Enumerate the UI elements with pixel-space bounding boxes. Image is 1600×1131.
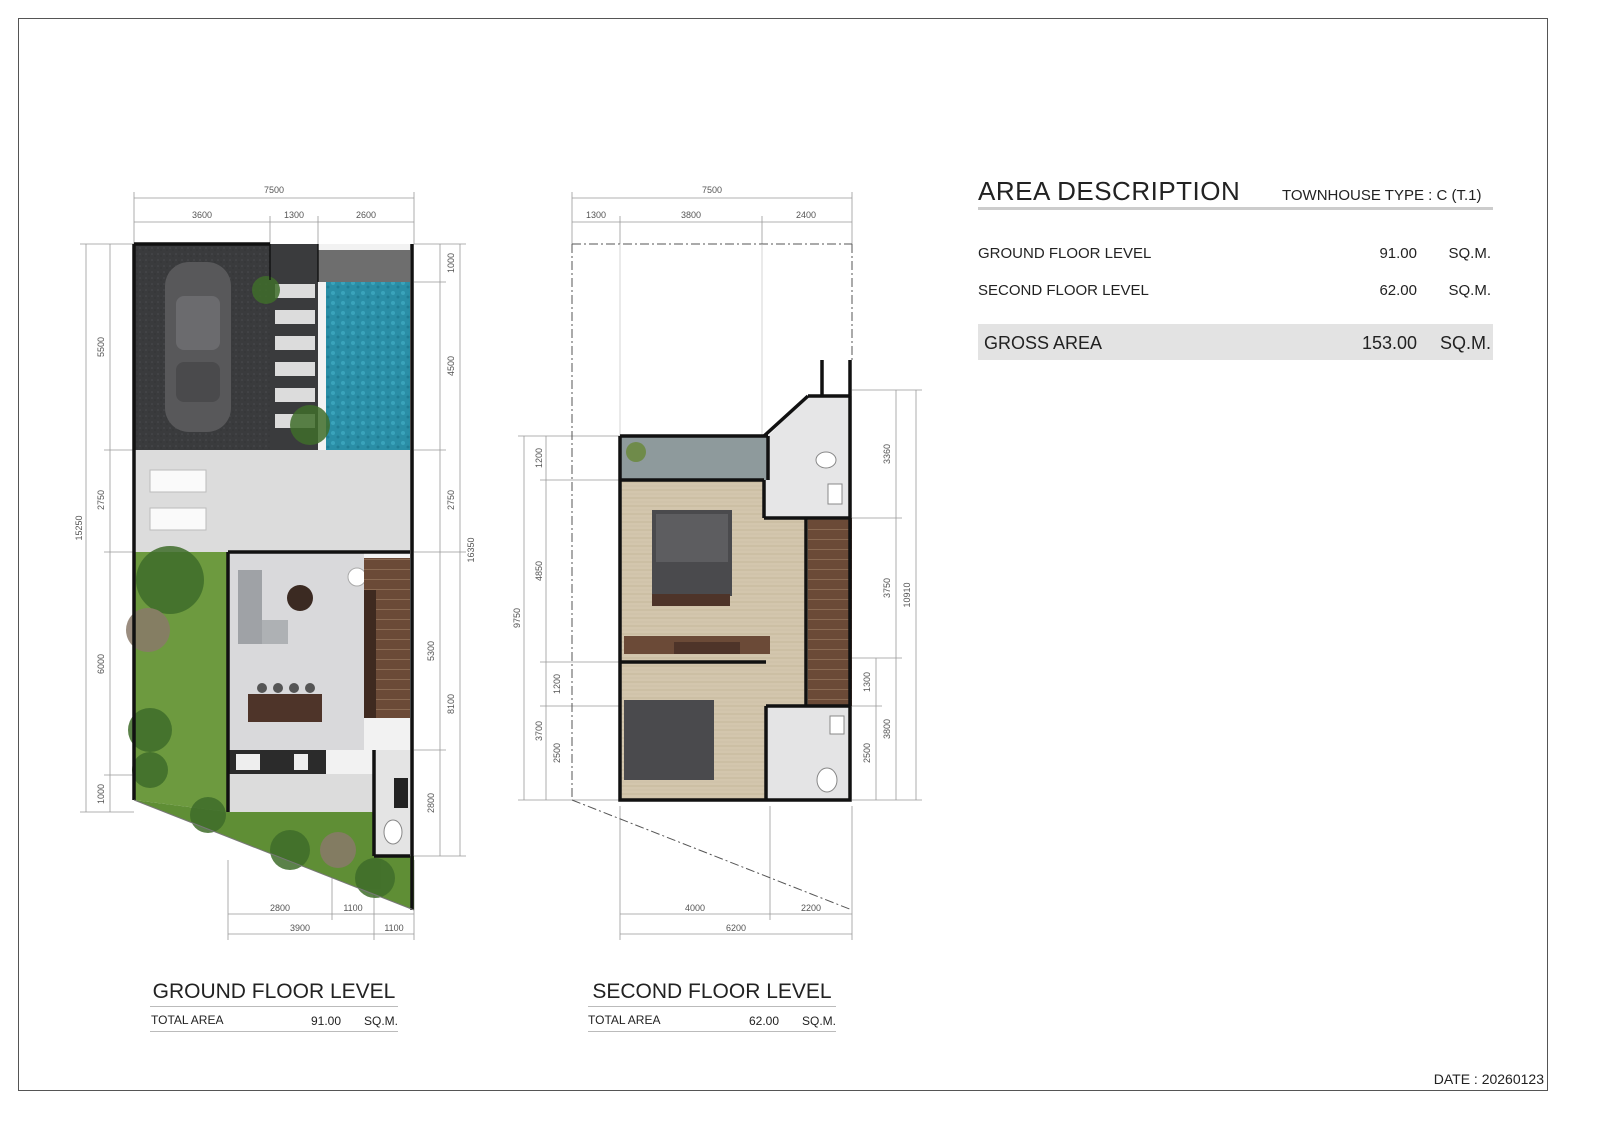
floor-plans-drawing: 7500 3600 1300 2600 15250 5500 2750 6000…: [74, 185, 922, 940]
gf-dim-left-c: 6000: [96, 654, 106, 674]
second-floor-total-label: TOTAL AREA: [588, 1013, 661, 1027]
ground-floor-title: GROUND FLOOR LEVEL: [152, 980, 396, 1003]
gf-dim-bottom-b: 1100: [343, 903, 362, 913]
sf-dim-left-c: 9750: [512, 608, 522, 628]
sf-dim-right-e: 3800: [882, 719, 892, 739]
gross-area-label: GROSS AREA: [984, 333, 1103, 353]
gf-dim-right-b: 4500: [446, 356, 456, 376]
gf-dim-right-a: 1000: [446, 253, 456, 273]
ground-floor-total-label: TOTAL AREA: [151, 1013, 224, 1027]
ground-floor-rule: [150, 1006, 398, 1007]
sf-dim-bottom-a: 4000: [685, 903, 705, 913]
second-floor-total-unit: SQ.M.: [802, 1014, 837, 1028]
area-row-label: GROUND FLOOR LEVEL: [978, 245, 1152, 262]
gf-dim-right-total: 16350: [466, 537, 476, 562]
area-row-second: SECOND FLOOR LEVEL 62.00 SQ.M.: [978, 282, 1493, 302]
gf-dim-left-a: 5500: [96, 337, 106, 357]
townhouse-type-label: TOWNHOUSE TYPE : C (T.1): [1282, 187, 1482, 204]
sf-dim-top-total: 7500: [702, 185, 722, 195]
date-label: DATE : 20260123: [1433, 1071, 1544, 1087]
area-description-title: AREA DESCRIPTION: [978, 176, 1241, 206]
gf-dim-right-d: 5300: [426, 641, 436, 661]
second-floor-title: SECOND FLOOR LEVEL: [592, 980, 832, 1003]
gf-dim-bottom-d: 1100: [384, 923, 403, 933]
second-floor-rule: [588, 1006, 836, 1007]
area-row-value: 91.00: [1379, 245, 1417, 262]
area-row-unit: SQ.M.: [1448, 245, 1491, 262]
sf-dim-left-f: 2500: [552, 743, 562, 763]
sf-dim-right-d: 1300: [862, 672, 872, 692]
sf-dim-top-b: 3800: [681, 210, 701, 220]
sf-dim-left-a: 1200: [534, 448, 544, 468]
gf-dim-left-total: 15250: [74, 515, 84, 540]
gf-dim-bottom-a: 2800: [270, 903, 290, 913]
gf-dim-right-f: 8100: [446, 694, 456, 714]
gf-dim-bottom-c: 3900: [290, 923, 310, 933]
gross-area-value: 153.00: [1361, 333, 1417, 353]
area-title-rule: [978, 207, 1493, 210]
sf-dim-right-b: 3750: [882, 578, 892, 598]
gross-area-row: GROSS AREA 153.00 SQ.M.: [978, 324, 1493, 360]
sf-dim-right-f: 2500: [862, 743, 872, 763]
sf-dim-top-a: 1300: [586, 210, 606, 220]
sf-dim-right-a: 3360: [882, 444, 892, 464]
area-row-ground: GROUND FLOOR LEVEL 91.00 SQ.M.: [978, 245, 1493, 265]
sf-dim-top-c: 2400: [796, 210, 816, 220]
ground-floor-total-value: 91.00: [311, 1014, 342, 1028]
gf-dim-left-d: 1000: [96, 784, 106, 804]
ground-floor-total-unit: SQ.M.: [364, 1014, 399, 1028]
gf-dim-left-b: 2750: [96, 490, 106, 510]
sf-dim-left-b: 4850: [534, 561, 544, 581]
sf-dim-left-e: 3700: [534, 721, 544, 741]
ground-floor-plan: 7500 3600 1300 2600 15250 5500 2750 6000…: [74, 185, 476, 940]
area-row-label: SECOND FLOOR LEVEL: [978, 282, 1149, 299]
sf-dim-right-c: 10910: [902, 582, 912, 607]
gf-dim-right-e: 2800: [426, 793, 436, 813]
area-row-unit: SQ.M.: [1448, 282, 1491, 299]
gf-dim-top-a: 3600: [192, 210, 212, 220]
gf-dim-right-c: 2750: [446, 490, 456, 510]
second-floor-total-value: 62.00: [749, 1014, 780, 1028]
gf-dim-top-c: 2600: [356, 210, 376, 220]
sf-dim-bottom-c: 6200: [726, 923, 746, 933]
gross-area-unit: SQ.M.: [1439, 333, 1491, 353]
area-row-value: 62.00: [1379, 282, 1417, 299]
second-floor-bottom-rule: [588, 1031, 836, 1032]
ground-floor-bottom-rule: [150, 1031, 398, 1032]
second-floor-plan: 7500 1300 3800 2400 1200 4850 9750 1200 …: [512, 185, 922, 940]
gf-dim-top-total: 7500: [264, 185, 284, 195]
sf-dim-left-d: 1200: [552, 674, 562, 694]
sf-dim-bottom-b: 2200: [801, 903, 821, 913]
gf-dim-top-b: 1300: [284, 210, 304, 220]
